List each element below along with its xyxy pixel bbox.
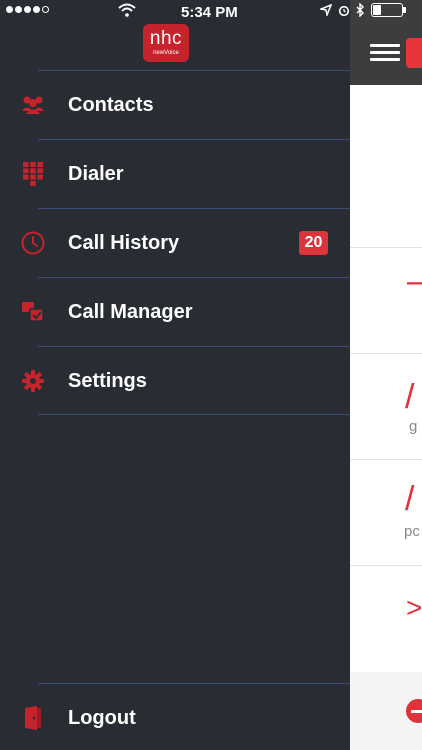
call-manager-icon: [21, 300, 45, 324]
menu-separator: [38, 414, 350, 415]
main-content-peek: — / g / pc >: [350, 0, 422, 750]
status-time: 5:34 PM: [181, 4, 238, 21]
content-snippet: g: [409, 418, 418, 435]
content-divider: [350, 565, 422, 566]
battery-icon: [371, 3, 406, 17]
menu-item-contacts[interactable]: Contacts: [0, 71, 350, 139]
content-divider: [350, 459, 422, 460]
wifi-icon: [118, 3, 136, 21]
hamburger-menu-icon[interactable]: [370, 44, 400, 62]
content-divider: [350, 353, 422, 354]
menu-label-call-manager: Call Manager: [68, 300, 193, 323]
gear-icon: [21, 369, 45, 393]
signal-strength-icon: [6, 6, 49, 13]
logo-subtitle: newVoice: [153, 49, 179, 56]
logout-label: Logout: [68, 706, 136, 729]
contacts-icon: [21, 93, 45, 117]
content-red-glyph: —: [407, 262, 422, 301]
logout-button[interactable]: Logout: [0, 684, 350, 750]
content-red-glyph: /: [405, 480, 415, 518]
dialpad-icon: [21, 162, 45, 186]
clock-icon: [21, 231, 45, 255]
logout-door-icon: [21, 706, 45, 730]
menu-item-call-history[interactable]: Call History 20: [0, 209, 350, 277]
alarm-icon: [338, 5, 350, 16]
app-root: — / g / pc > nhc newVoice: [0, 0, 422, 750]
menu-item-call-manager[interactable]: Call Manager: [0, 278, 350, 346]
menu-label-dialer: Dialer: [68, 162, 124, 185]
menu-label-contacts: Contacts: [68, 93, 154, 116]
menu-label-settings: Settings: [68, 369, 147, 392]
nhc-logo: nhc newVoice: [143, 24, 189, 62]
status-right-icons: [320, 3, 406, 17]
header-red-tab: [406, 38, 422, 68]
location-arrow-icon: [320, 4, 332, 16]
status-bar: 5:34 PM: [0, 0, 422, 24]
bluetooth-icon: [356, 3, 364, 17]
content-red-glyph: /: [405, 378, 415, 416]
content-divider: [350, 247, 422, 248]
navigation-drawer: nhc newVoice Contacts Dialer Call Histor…: [0, 0, 350, 750]
content-snippet: pc: [404, 523, 420, 540]
logo-brand: nhc: [149, 27, 183, 49]
menu-item-dialer[interactable]: Dialer: [0, 140, 350, 208]
content-red-glyph: >: [406, 592, 422, 623]
menu-label-call-history: Call History: [68, 231, 180, 254]
call-history-badge: 20: [299, 231, 328, 255]
menu-item-settings[interactable]: Settings: [0, 347, 350, 415]
